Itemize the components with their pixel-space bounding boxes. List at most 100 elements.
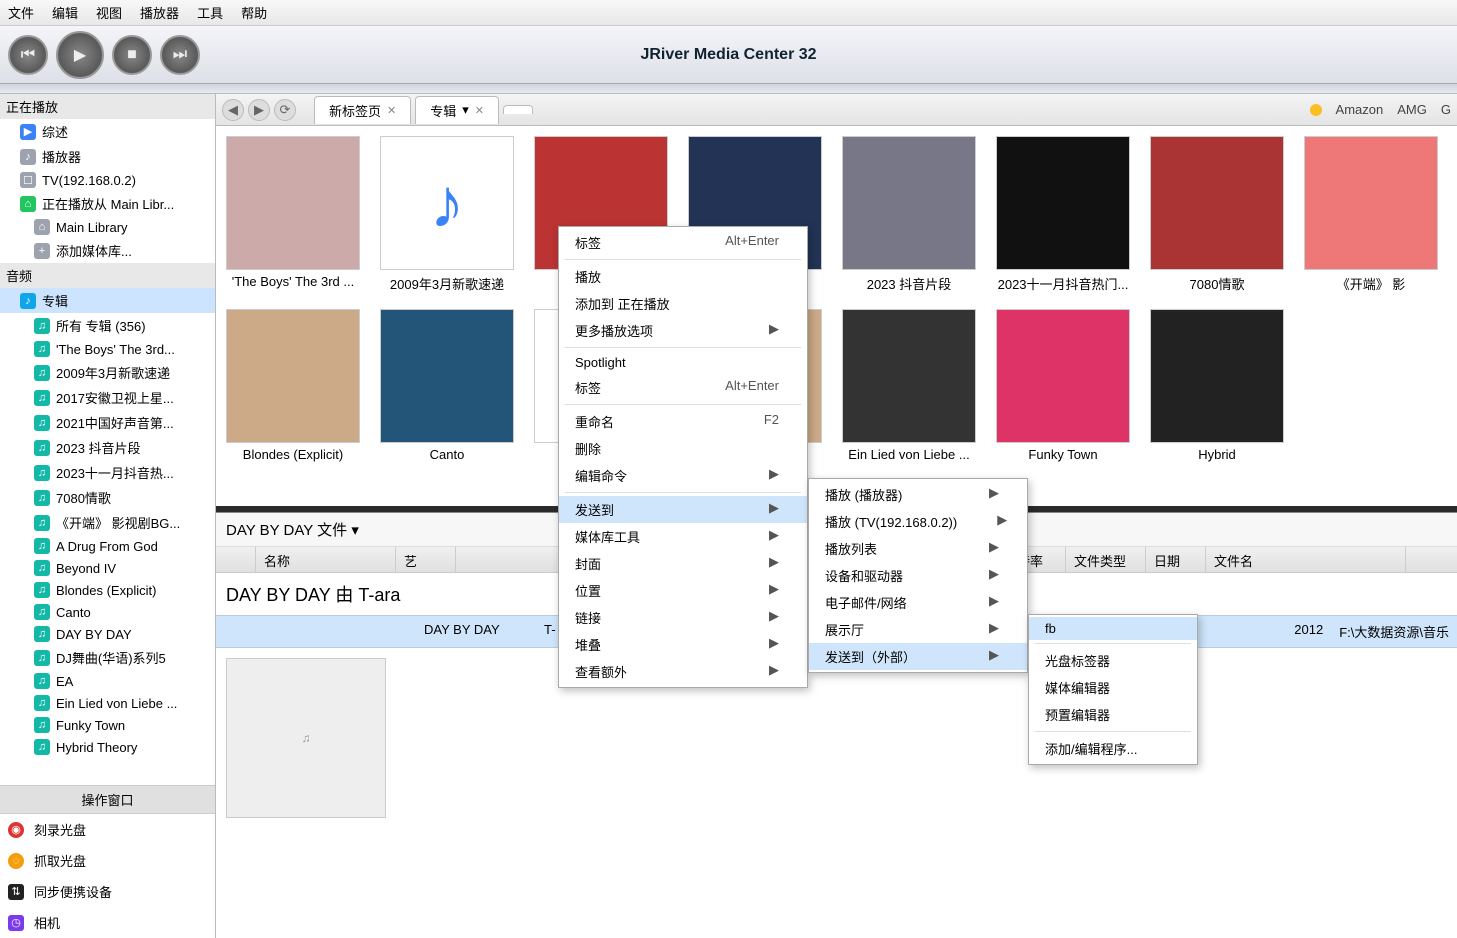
column-header[interactable]: 文件类型 bbox=[1066, 547, 1146, 572]
menu-item[interactable]: 标签Alt+Enter bbox=[559, 229, 807, 256]
menu-item[interactable]: 查看额外▶ bbox=[559, 658, 807, 685]
menu-工具[interactable]: 工具 bbox=[197, 3, 223, 22]
menu-item[interactable]: 标签Alt+Enter bbox=[559, 374, 807, 401]
sidebar-item-album[interactable]: ♫EA bbox=[0, 670, 215, 692]
action-item[interactable]: ◉刻录光盘 bbox=[0, 814, 215, 845]
sidebar-item[interactable]: ☐TV(192.168.0.2) bbox=[0, 169, 215, 191]
menu-item[interactable]: 播放 bbox=[559, 263, 807, 290]
menu-item[interactable]: 播放 (TV(192.168.0.2))▶ bbox=[809, 508, 1027, 535]
play-button[interactable]: ▶ bbox=[56, 31, 104, 79]
menu-item[interactable]: 更多播放选项▶ bbox=[559, 317, 807, 344]
action-item[interactable]: ◷相机 bbox=[0, 907, 215, 938]
sidebar-item-album[interactable]: ♫Blondes (Explicit) bbox=[0, 579, 215, 601]
album-tile[interactable]: 2023 抖音片段 bbox=[842, 136, 976, 293]
column-header[interactable]: 日期 bbox=[1146, 547, 1206, 572]
sidebar-item-album[interactable]: ♫DAY BY DAY bbox=[0, 623, 215, 645]
album-tile[interactable]: Funky Town bbox=[996, 309, 1130, 462]
menu-item[interactable]: 设备和驱动器▶ bbox=[809, 562, 1027, 589]
sidebar-item[interactable]: ♪播放器 bbox=[0, 144, 215, 169]
sidebar-item-album[interactable]: ♫Hybrid Theory bbox=[0, 736, 215, 758]
menu-编辑[interactable]: 编辑 bbox=[52, 3, 78, 22]
album-title: 2023 抖音片段 bbox=[842, 274, 976, 293]
nav-back-button[interactable]: ◀ bbox=[222, 99, 244, 121]
sidebar-item-album[interactable]: ♫'The Boys' The 3rd... bbox=[0, 338, 215, 360]
link-amg[interactable]: AMG bbox=[1397, 102, 1427, 117]
column-header[interactable]: 文件名 bbox=[1206, 547, 1406, 572]
menu-item[interactable]: 展示厅▶ bbox=[809, 616, 1027, 643]
sidebar-item-album[interactable]: ♫Beyond IV bbox=[0, 557, 215, 579]
sidebar-item-album[interactable]: ♫DJ舞曲(华语)系列5 bbox=[0, 645, 215, 670]
sidebar-item-album[interactable]: ♫2023十一月抖音热... bbox=[0, 460, 215, 485]
action-item[interactable]: ◌抓取光盘 bbox=[0, 845, 215, 876]
sidebar-item-album[interactable]: ♫所有 专辑 (356) bbox=[0, 313, 215, 338]
menu-item[interactable]: 播放 (播放器)▶ bbox=[809, 481, 1027, 508]
sidebar-item-album[interactable]: ♫《开端》 影视剧BG... bbox=[0, 510, 215, 535]
menu-item[interactable]: Spotlight bbox=[559, 351, 807, 374]
album-tile[interactable]: 2023十一月抖音热门... bbox=[996, 136, 1130, 293]
sidebar-item[interactable]: ▶综述 bbox=[0, 119, 215, 144]
link-amazon[interactable]: Amazon bbox=[1336, 102, 1384, 117]
action-item[interactable]: ⇅同步便携设备 bbox=[0, 876, 215, 907]
sidebar-item-album[interactable]: ♫Ein Lied von Liebe ... bbox=[0, 692, 215, 714]
menu-item[interactable]: 链接▶ bbox=[559, 604, 807, 631]
menu-item[interactable]: 位置▶ bbox=[559, 577, 807, 604]
prev-button[interactable]: ⏮ bbox=[8, 35, 48, 75]
sidebar-item-album[interactable]: ♫A Drug From God bbox=[0, 535, 215, 557]
column-header[interactable]: 艺 bbox=[396, 547, 456, 572]
sidebar-item[interactable]: ⌂正在播放从 Main Libr... bbox=[0, 191, 215, 216]
sidebar-item-album-root[interactable]: ♪ 专辑 bbox=[0, 288, 215, 313]
sidebar-item-album[interactable]: ♫2023 抖音片段 bbox=[0, 435, 215, 460]
menu-item[interactable]: 发送到▶ bbox=[559, 496, 807, 523]
next-button[interactable]: ⏭ bbox=[160, 35, 200, 75]
album-tile[interactable]: 'The Boys' The 3rd ... bbox=[226, 136, 360, 293]
menu-item[interactable]: 删除 bbox=[559, 435, 807, 462]
album-icon: ♫ bbox=[34, 582, 50, 598]
menu-item[interactable]: 电子邮件/网络▶ bbox=[809, 589, 1027, 616]
close-icon[interactable]: ✕ bbox=[475, 104, 484, 117]
stop-button[interactable]: ■ bbox=[112, 35, 152, 75]
menu-视图[interactable]: 视图 bbox=[96, 3, 122, 22]
menu-item[interactable]: 重命名F2 bbox=[559, 408, 807, 435]
menu-item[interactable]: 媒体编辑器 bbox=[1029, 674, 1197, 701]
album-cover bbox=[1150, 309, 1284, 443]
menu-item[interactable]: 媒体库工具▶ bbox=[559, 523, 807, 550]
close-icon[interactable]: ✕ bbox=[387, 104, 396, 117]
menu-item[interactable]: 堆叠▶ bbox=[559, 631, 807, 658]
menu-item[interactable]: 封面▶ bbox=[559, 550, 807, 577]
album-tile[interactable]: Hybrid bbox=[1150, 309, 1284, 462]
column-header[interactable]: 名称 bbox=[256, 547, 396, 572]
menu-item[interactable]: 编辑命令▶ bbox=[559, 462, 807, 489]
sidebar-item-album[interactable]: ♫Canto bbox=[0, 601, 215, 623]
sidebar-item-album[interactable]: ♫Funky Town bbox=[0, 714, 215, 736]
album-tile[interactable]: Blondes (Explicit) bbox=[226, 309, 360, 462]
link-g[interactable]: G bbox=[1441, 102, 1451, 117]
sidebar-item[interactable]: ⌂Main Library bbox=[0, 216, 215, 238]
sidebar-item-album[interactable]: ♫7080情歌 bbox=[0, 485, 215, 510]
tab-blank[interactable] bbox=[503, 105, 533, 114]
sidebar-item-album[interactable]: ♫2017安徽卫视上星... bbox=[0, 385, 215, 410]
album-tile[interactable]: Ein Lied von Liebe ... bbox=[842, 309, 976, 462]
seek-bar[interactable] bbox=[0, 84, 1457, 94]
album-tile[interactable]: 《开端》 影 bbox=[1304, 136, 1438, 293]
menu-item[interactable]: 添加到 正在播放 bbox=[559, 290, 807, 317]
menu-帮助[interactable]: 帮助 bbox=[241, 3, 267, 22]
menu-item[interactable]: fb bbox=[1029, 617, 1197, 640]
sidebar-item[interactable]: +添加媒体库... bbox=[0, 238, 215, 263]
sidebar-item-album[interactable]: ♫2009年3月新歌速递 bbox=[0, 360, 215, 385]
column-header[interactable] bbox=[216, 547, 256, 572]
nav-refresh-button[interactable]: ⟳ bbox=[274, 99, 296, 121]
menu-item[interactable]: 添加/编辑程序... bbox=[1029, 735, 1197, 762]
menu-item[interactable]: 预置编辑器 bbox=[1029, 701, 1197, 728]
menu-item[interactable]: 发送到（外部）▶ bbox=[809, 643, 1027, 670]
album-tile[interactable]: Canto bbox=[380, 309, 514, 462]
menu-item[interactable]: 光盘标签器 bbox=[1029, 647, 1197, 674]
tab-album[interactable]: 专辑 ▾ ✕ bbox=[415, 96, 499, 124]
album-tile[interactable]: 7080情歌 bbox=[1150, 136, 1284, 293]
menu-文件[interactable]: 文件 bbox=[8, 3, 34, 22]
nav-fwd-button[interactable]: ▶ bbox=[248, 99, 270, 121]
tab-new[interactable]: 新标签页✕ bbox=[314, 96, 411, 124]
menu-播放器[interactable]: 播放器 bbox=[140, 3, 179, 22]
album-tile[interactable]: ♪2009年3月新歌速递 bbox=[380, 136, 514, 293]
menu-item[interactable]: 播放列表▶ bbox=[809, 535, 1027, 562]
sidebar-item-album[interactable]: ♫2021中国好声音第... bbox=[0, 410, 215, 435]
